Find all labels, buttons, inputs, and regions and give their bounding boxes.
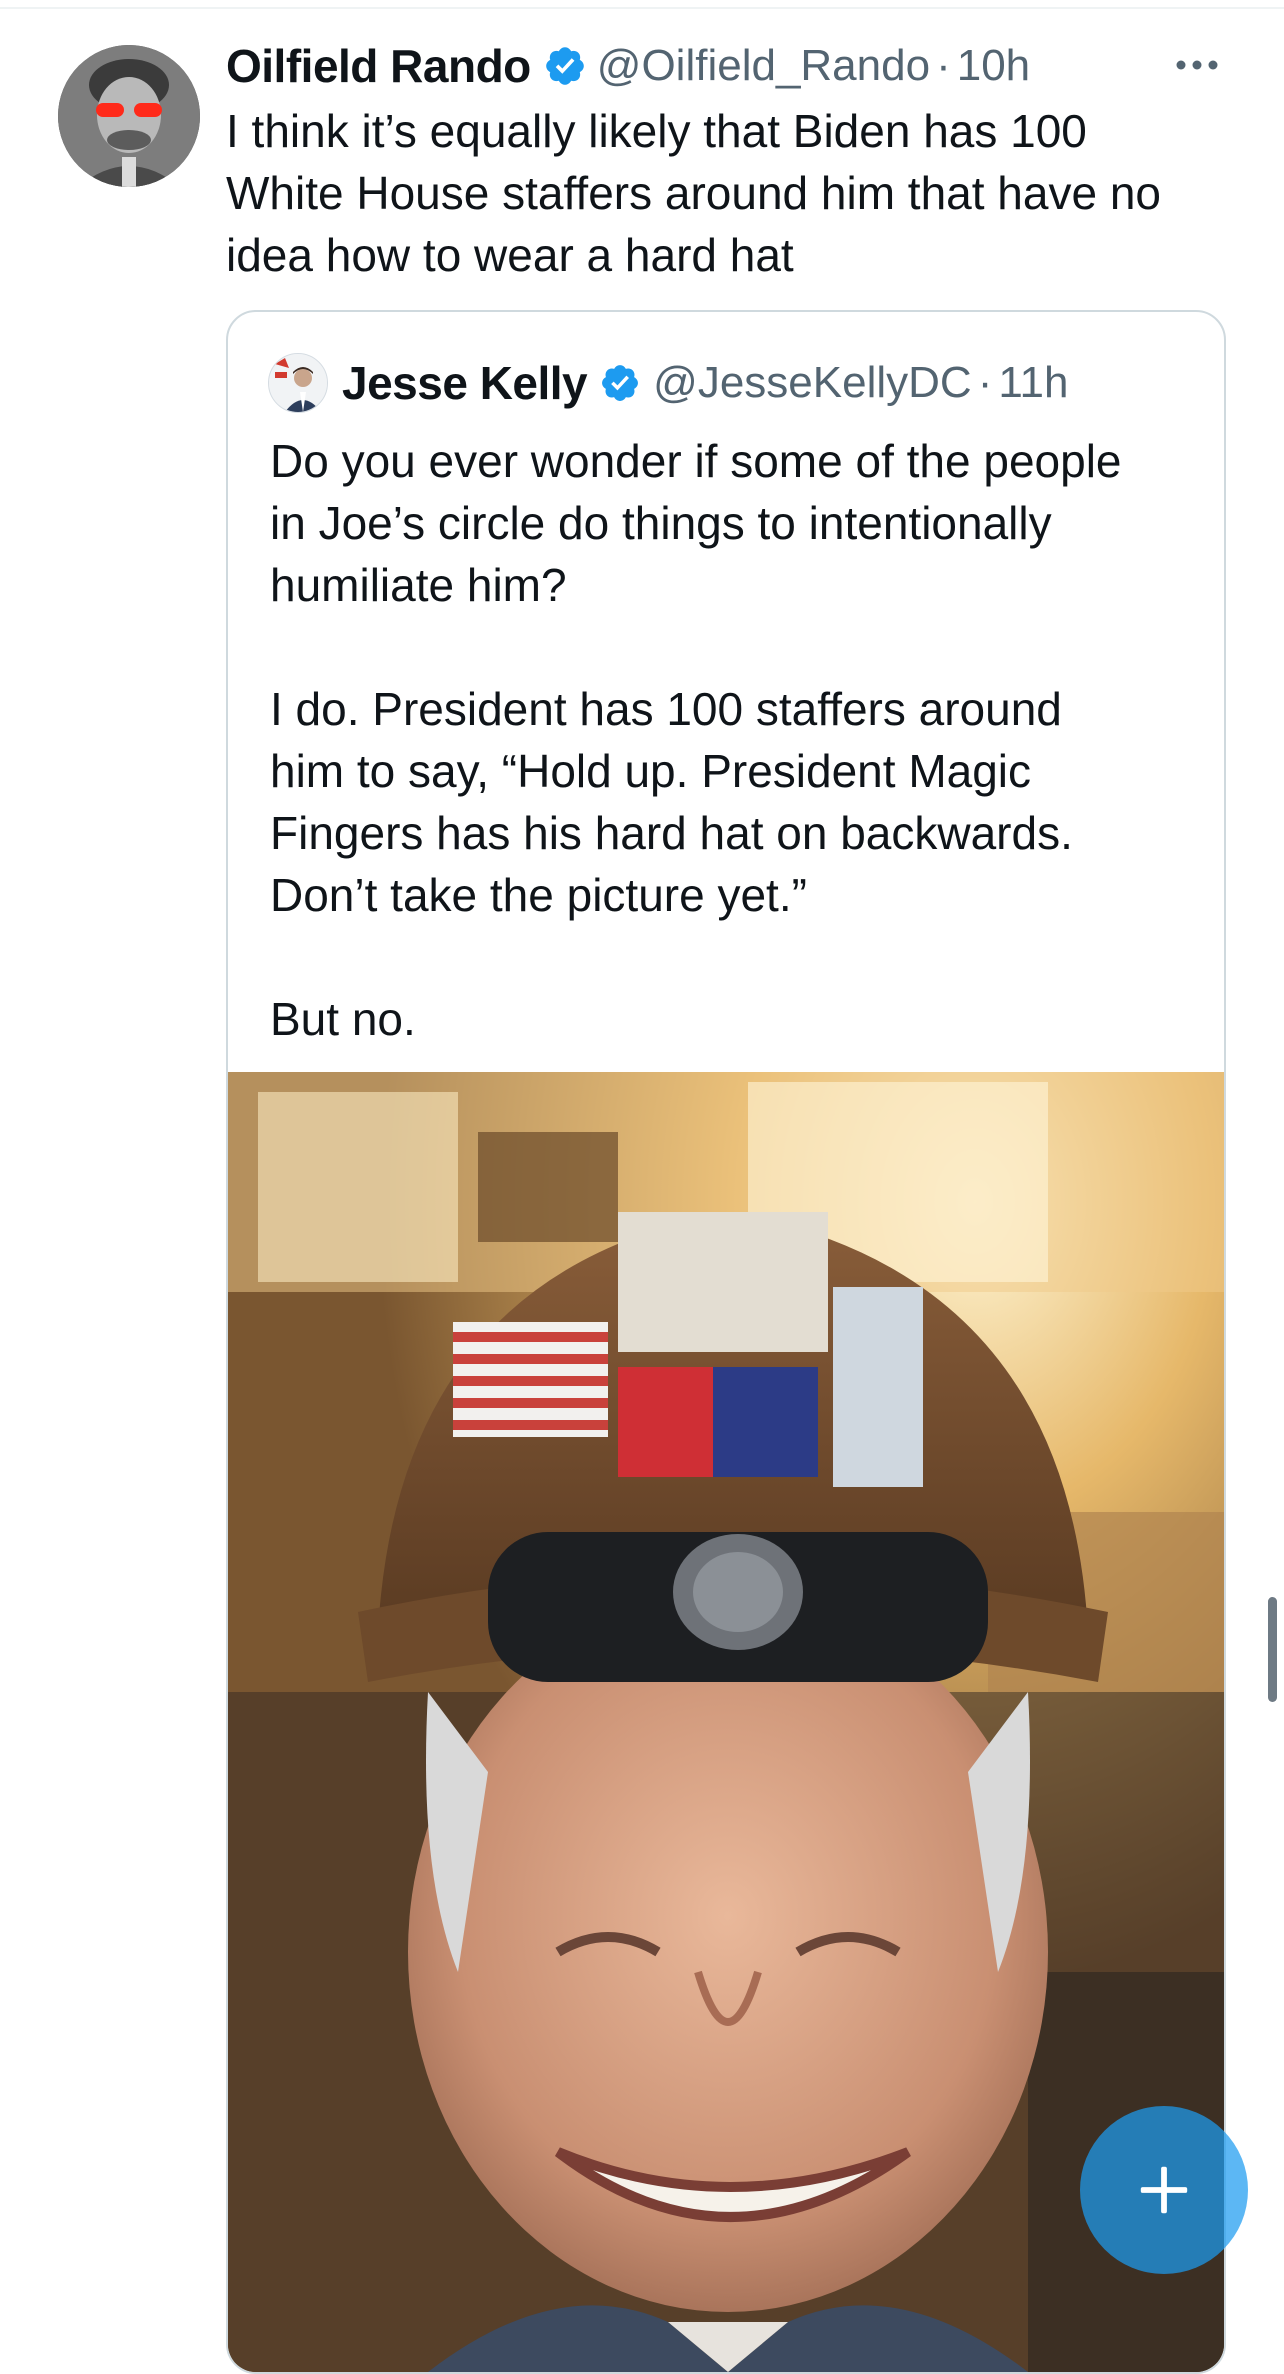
verified-badge-icon[interactable] [599, 362, 641, 404]
quoted-tweet-header: Jesse Kelly @JesseKellyDC · 11h [268, 352, 1069, 414]
compose-button[interactable] [1080, 2106, 1248, 2274]
quoted-tweet-card[interactable]: Jesse Kelly @JesseKellyDC · 11h Do you e… [226, 310, 1226, 2374]
quoted-tweet-text: Do you ever wonder if some of the people… [270, 435, 1122, 1045]
scrollbar-thumb[interactable] [1268, 1597, 1277, 1702]
author-handle[interactable]: @Oilfield_Rando [597, 41, 930, 91]
separator-dot: · [977, 358, 993, 407]
tweet-timestamp[interactable]: 10h [957, 41, 1030, 91]
quoted-author-handle[interactable]: @JesseKellyDC [653, 358, 972, 408]
verified-badge-icon[interactable] [543, 44, 587, 88]
author-display-name[interactable]: Oilfield Rando [226, 39, 531, 93]
quoted-tweet-timestamp[interactable]: 11h [998, 358, 1068, 408]
quoted-author-avatar[interactable] [268, 353, 328, 413]
quoted-author-display-name[interactable]: Jesse Kelly [342, 356, 588, 410]
tweet-text: I think it’s equally likely that Biden h… [226, 105, 1162, 281]
separator-dot: · [936, 41, 951, 90]
plus-icon [1140, 2166, 1188, 2214]
quoted-tweet-photo[interactable] [228, 1072, 1224, 2372]
more-horizontal-icon[interactable] [1172, 48, 1222, 82]
author-avatar[interactable] [58, 45, 200, 187]
top-divider [0, 7, 1284, 9]
tweet-header: Oilfield Rando @Oilfield_Rando · 10h [226, 36, 1030, 96]
